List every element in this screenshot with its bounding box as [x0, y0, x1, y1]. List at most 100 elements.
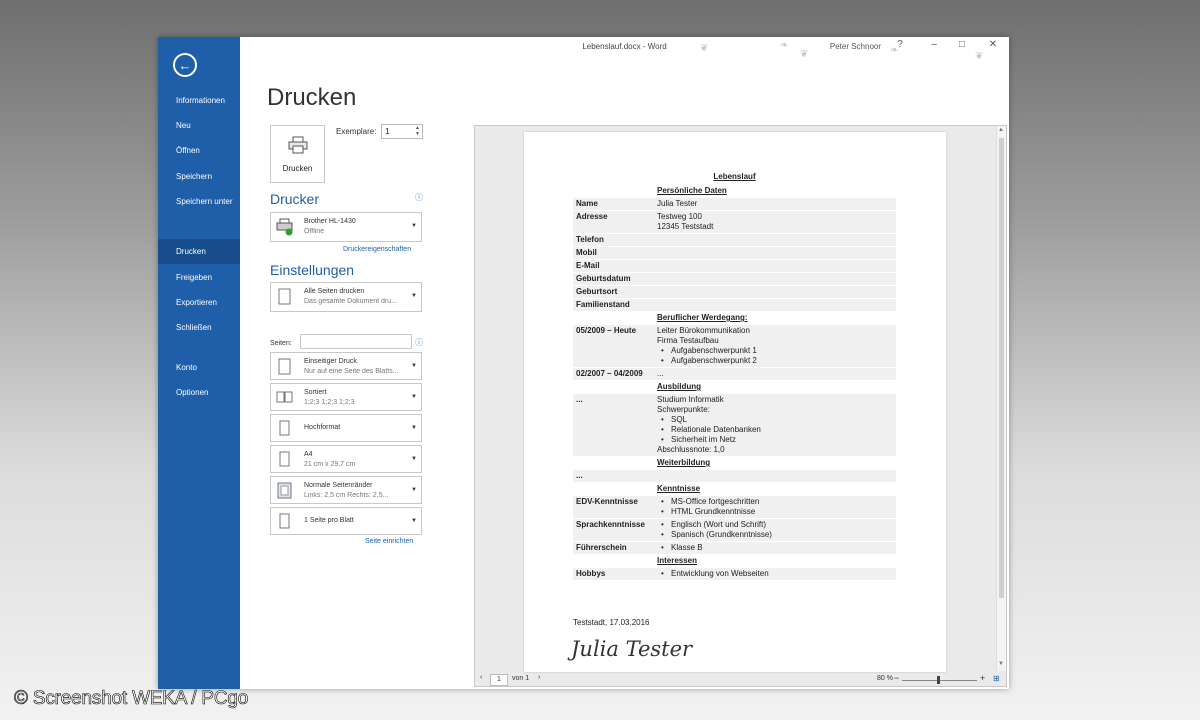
scroll-thumb[interactable] [999, 138, 1004, 598]
cv-row-key: Adresse [576, 212, 608, 221]
cv-row-value: Julia Tester [657, 199, 698, 208]
cv-row-key: 05/2009 – Heute [576, 326, 637, 335]
cv-row: ... Studium InformatikSchwerpunkte:SQLRel… [573, 394, 896, 457]
copies-label: Exemplare: [336, 127, 377, 136]
cv-section-header: Beruflicher Werdegang: [573, 312, 896, 325]
page-setup-link[interactable]: Seite einrichten [365, 538, 413, 545]
zoom-level: 80 % [877, 675, 893, 682]
info-icon[interactable]: ⓘ [415, 192, 423, 203]
cv-row: Führerschein Klasse B [573, 542, 896, 555]
cv-section-header: Interessen [573, 555, 896, 568]
copies-input[interactable]: 1 ▲ ▼ [381, 124, 423, 139]
cv-row-key: Führerschein [576, 543, 627, 552]
nav-speichern[interactable]: Speichern [158, 164, 240, 189]
leaf-decoration-icon: ❦ [800, 49, 809, 60]
cv-bullet: Aufgabenschwerpunkt 1 [657, 346, 893, 356]
scroll-up-icon[interactable]: ▲ [998, 127, 1004, 133]
minimize-button[interactable]: – [926, 39, 942, 50]
cv-row-value: Firma Testaufbau [657, 336, 719, 345]
paper-size-label: A4 [304, 451, 313, 458]
page-number-input[interactable]: 1 [490, 674, 508, 686]
print-panel: Drucken Drucken Exemplare: 1 ▲ ▼ Drucker … [240, 57, 455, 689]
cv-row-key: Mobil [576, 248, 597, 257]
cv-row-value: Leiter Bürokommunikation [657, 326, 750, 335]
nav-freigeben[interactable]: Freigeben [158, 265, 240, 290]
printer-icon [288, 136, 307, 154]
chevron-down-icon: ▼ [411, 487, 417, 493]
zoom-slider-thumb[interactable] [937, 676, 940, 684]
collate-dropdown[interactable]: Sortiert 1;2;3 1;2;3 1;2;3 ▼ [270, 383, 422, 411]
maximize-button[interactable]: □ [954, 39, 970, 50]
chevron-down-icon: ▼ [411, 518, 417, 524]
copies-value: 1 [385, 127, 390, 136]
pages-per-sheet-dropdown[interactable]: 1 Seite pro Blatt ▼ [270, 507, 422, 535]
zoom-out-icon[interactable]: − [894, 673, 899, 683]
collate-icon [276, 391, 293, 403]
leaf-decoration-icon: ❦ [975, 51, 984, 62]
margins-dropdown[interactable]: Normale Seitenränder Links: 2,5 cm Recht… [270, 476, 422, 504]
printer-name: Brother HL-1430 [304, 218, 356, 225]
cv-row: Geburtsort [573, 286, 896, 299]
cv-row-key: E-Mail [576, 261, 600, 270]
pages-input[interactable] [300, 334, 412, 349]
cv-bullet: Relationale Datenbanken [657, 425, 893, 435]
single-side-icon [278, 358, 291, 375]
close-button[interactable]: ✕ [985, 39, 1001, 50]
nav-schliessen[interactable]: Schließen [158, 315, 240, 340]
print-preview: ▲ ▼ Lebenslauf Persönliche Daten Name Juli… [474, 125, 1007, 687]
prev-page-icon[interactable]: ‹ [480, 674, 482, 681]
margins-label: Normale Seitenränder [304, 482, 373, 489]
backstage-sidebar: ← Informationen Neu Öffnen Speichern Spe… [158, 37, 240, 689]
scroll-down-icon[interactable]: ▼ [998, 661, 1004, 667]
paper-size-dropdown[interactable]: A4 21 cm x 29,7 cm ▼ [270, 445, 422, 473]
print-range-dropdown[interactable]: Alle Seiten drucken Das gesamte Dokument… [270, 282, 422, 312]
cv-row: Adresse Testweg 100 12345 Teststadt [573, 211, 896, 234]
vertical-scrollbar[interactable]: ▲ ▼ [996, 126, 1006, 671]
nav-konto[interactable]: Konto [158, 355, 240, 380]
spinner-arrows-icon[interactable]: ▲ ▼ [415, 125, 420, 137]
next-page-icon[interactable]: › [538, 674, 540, 681]
cv-section-title: Interessen [657, 556, 698, 565]
signature: Julia Tester [571, 637, 693, 661]
cv-row: Hobbys Entwicklung von Webseiten [573, 568, 896, 581]
pages-per-sheet-icon [279, 513, 290, 529]
nav-neu[interactable]: Neu [158, 113, 240, 138]
nav-speichern-unter[interactable]: Speichern unter [158, 189, 240, 214]
cv-row: Sprachkenntnisse Englisch (Wort und Schri… [573, 519, 896, 542]
chevron-down-icon: ▼ [411, 223, 417, 229]
cv-section-title: Beruflicher Werdegang: [657, 313, 748, 322]
help-button[interactable]: ? [892, 39, 908, 50]
cv-section-header: Ausbildung [573, 381, 896, 394]
printer-properties-link[interactable]: Druckereigenschaften [343, 246, 411, 253]
leaf-decoration-icon: ❧ [780, 40, 789, 51]
cv-row-key: ... [576, 471, 583, 480]
cv-row-value: Studium Informatik [657, 395, 724, 404]
user-name[interactable]: Peter Schnoor [830, 42, 881, 51]
nav-informationen[interactable]: Informationen [158, 88, 240, 113]
info-icon[interactable]: ⓘ [415, 337, 423, 348]
chevron-down-icon: ▼ [411, 456, 417, 462]
portrait-icon [279, 420, 290, 436]
nav-optionen[interactable]: Optionen [158, 380, 240, 405]
back-arrow-icon[interactable]: ← [173, 53, 197, 77]
cv-bullet: Klasse B [657, 543, 893, 553]
nav-exportieren[interactable]: Exportieren [158, 290, 240, 315]
cv-row-key: Telefon [576, 235, 604, 244]
word-window: ← Informationen Neu Öffnen Speichern Spe… [158, 37, 1009, 689]
pages-label: Seiten: [270, 340, 292, 347]
cv-row: Familienstand [573, 299, 896, 312]
nav-oeffnen[interactable]: Öffnen [158, 138, 240, 163]
cv-row-value: Testweg 100 [657, 212, 702, 221]
page-title: Drucken [267, 84, 357, 111]
cv-section-header: Weiterbildung [573, 457, 896, 470]
zoom-to-page-icon[interactable]: ⊞ [993, 674, 1000, 683]
orientation-label: Hochformat [304, 424, 341, 431]
printer-dropdown[interactable]: Brother HL-1430 Offline ▼ [270, 212, 422, 242]
zoom-in-icon[interactable]: + [980, 673, 985, 683]
print-button[interactable]: Drucken [270, 125, 325, 183]
orientation-dropdown[interactable]: Hochformat ▼ [270, 414, 422, 442]
document-title: Lebenslauf [713, 172, 756, 181]
preview-statusbar: ‹ 1 von 1 › 80 % − + ⊞ [474, 672, 1007, 689]
duplex-dropdown[interactable]: Einseitiger Druck Nur auf eine Seite des… [270, 352, 422, 380]
nav-drucken[interactable]: Drucken [158, 239, 240, 264]
